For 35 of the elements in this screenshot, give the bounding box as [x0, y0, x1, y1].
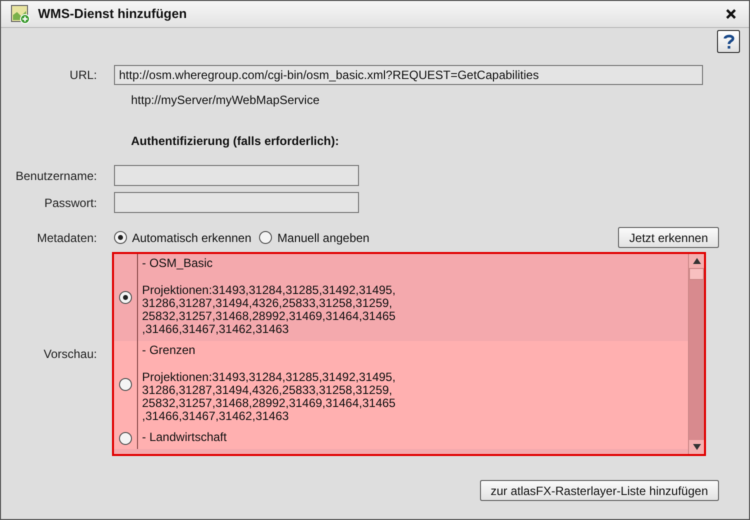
scrollbar[interactable] [688, 254, 704, 454]
help-icon [722, 34, 734, 50]
detect-button[interactable]: Jetzt erkennen [618, 227, 719, 248]
hint-text: http://myServer/myWebMapService [131, 92, 320, 109]
radio-button[interactable] [119, 378, 132, 391]
field-label: Passwort: [43, 194, 98, 212]
radio-label: Manuell angeben [277, 230, 370, 246]
field-label: Vorschau: [42, 346, 98, 363]
projection-list: Projektionen:31493,31284,31285,31492,31495, 31286,31287,31494,4326,25833,31258,31259, 25832,31257,31468,28992,31469,31464,31465 ,31466,31467,31462,31463 [142, 371, 396, 423]
projection-list: Projektionen:31493,31284,31285,31492,31495, 31286,31287,31494,4326,25833,31258,31259, 25832,31257,31468,28992,31469,31464,31465 ,31466,31467,31462,31463 [142, 284, 396, 336]
scroll-up-icon[interactable] [692, 258, 700, 264]
radio-button[interactable] [114, 231, 127, 244]
field-label: Benutzername: [14, 168, 98, 184]
field-label: URL: [68, 67, 98, 84]
radio-button[interactable] [119, 432, 132, 445]
url-field[interactable]: http://osm.wheregroup.com/cgi-bin/osm_basic.xml?REQUEST=GetCapabilities [114, 65, 703, 85]
radio-label: Automatisch erkennen [132, 230, 252, 246]
window-title: WMS-Dienst hinzufügen [38, 5, 187, 24]
layer-title: - Grenzen [142, 344, 196, 357]
preview-item[interactable]: - Grenzen Projektionen:31493,31284,31285,31492,31495, 31286,31287,31494,4326,25833,31258,31259, 25832,31257,31468,28992,31469,31464,31465 ,31466,31467,31462,31463 [114, 341, 688, 428]
section-heading: Authentifizierung (falls erforderlich): [131, 133, 340, 150]
help-button[interactable] [717, 30, 740, 53]
radio-button[interactable] [119, 291, 132, 304]
add-to-list-button[interactable]: zur atlasFX-Rasterlayer-Liste hinzufügen [480, 480, 719, 501]
map-add-icon [11, 4, 30, 24]
field-label: Metadaten: [36, 230, 98, 246]
layer-title: - OSM_Basic [142, 257, 214, 270]
preview-item[interactable]: - Landwirtschaft [114, 428, 688, 449]
scroll-down-icon[interactable] [692, 444, 700, 450]
scrollbar-thumb[interactable] [689, 268, 704, 280]
radio-button[interactable] [259, 231, 272, 244]
password-field[interactable] [114, 192, 359, 213]
layer-title: - Landwirtschaft [142, 431, 227, 444]
close-icon[interactable] [726, 9, 736, 19]
username-field[interactable] [114, 165, 359, 186]
